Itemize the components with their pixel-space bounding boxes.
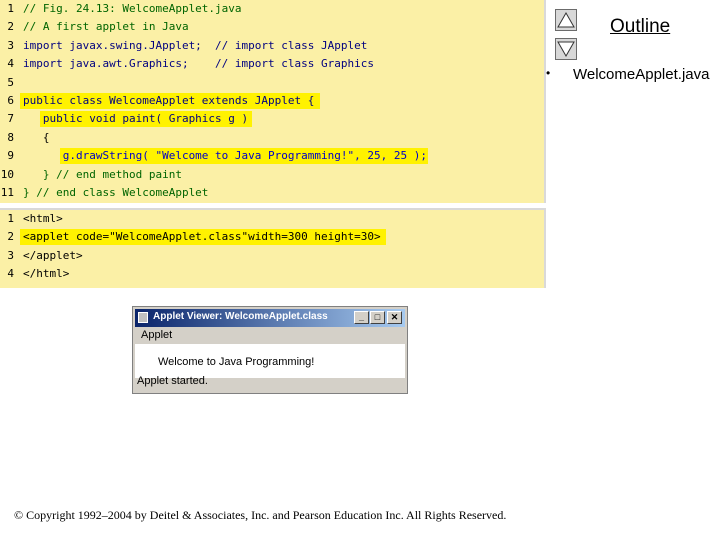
code-text: g.drawString( "Welcome to Java Programmi… [23, 149, 427, 163]
copyright-footer: © Copyright 1992–2004 by Deitel & Associ… [14, 508, 507, 522]
code-text: public class WelcomeApplet extends JAppl… [23, 93, 315, 107]
line-number: 6 [7, 93, 14, 107]
close-button[interactable]: ✕ [387, 311, 402, 324]
outline-title[interactable]: Outline [610, 16, 670, 38]
line-number: 9 [7, 149, 14, 163]
line-number: 3 [7, 38, 14, 52]
code-text: // A first applet in Java [23, 20, 189, 34]
outline-item: WelcomeApplet.java [573, 66, 710, 83]
code-line: 4 import java.awt.Graphics; // import cla… [0, 55, 544, 73]
code-line: 5 [0, 74, 544, 92]
applet-window-title: Applet Viewer: WelcomeApplet.class [153, 311, 328, 322]
line-number: 1 [7, 2, 14, 15]
code-line: 2 <applet code="WelcomeApplet.class"width… [0, 228, 544, 246]
line-number: 1 [7, 212, 14, 225]
code-text: <applet code="WelcomeApplet.class"width=… [23, 230, 381, 244]
code-text: </applet> [23, 248, 83, 262]
code-text: public void paint( Graphics g ) [23, 112, 249, 126]
code-text: import javax.swing.JApplet; // import cl… [23, 38, 368, 52]
html-code-panel: 1 <html> 2 <applet code="WelcomeApplet.cla… [0, 208, 546, 288]
line-number: 4 [7, 267, 14, 281]
code-line: 4 </html> [0, 265, 544, 283]
code-line: 1 <html> [0, 210, 544, 228]
code-line: 7 public void paint( Graphics g ) [0, 110, 544, 128]
code-text: <html> [23, 212, 63, 225]
code-text: } // end class WelcomeApplet [23, 185, 209, 199]
next-slide-button[interactable] [555, 38, 577, 60]
code-line: 10 } // end method paint [0, 166, 544, 184]
applet-canvas: Welcome to Java Programming! [135, 344, 405, 378]
code-line: 8 { [0, 129, 544, 147]
applet-message: Welcome to Java Programming! [158, 356, 315, 368]
line-number: 2 [7, 20, 14, 34]
code-line: 6 public class WelcomeApplet extends JApp… [0, 92, 544, 110]
line-number: 11 [0, 185, 14, 199]
code-line: 3 </applet> [0, 247, 544, 265]
code-line: 9 g.drawString( "Welcome to Java Program… [0, 147, 544, 165]
java-code-panel: 1 // Fig. 24.13: WelcomeApplet.java 2 // A… [0, 0, 546, 203]
previous-slide-button[interactable] [555, 9, 577, 31]
applet-menu[interactable]: Applet [141, 329, 172, 341]
minimize-button[interactable]: _ [354, 311, 369, 324]
line-number: 3 [7, 248, 14, 262]
triangle-down-icon [557, 41, 575, 58]
line-number: 8 [7, 130, 14, 144]
applet-viewer-window: Applet Viewer: WelcomeApplet.class _ □ ✕… [132, 306, 408, 394]
triangle-up-icon [557, 11, 575, 28]
code-line: 3 import javax.swing.JApplet; // import c… [0, 37, 544, 55]
java-cup-icon [138, 312, 148, 323]
code-text: </html> [23, 267, 70, 281]
maximize-button[interactable]: □ [370, 311, 385, 324]
applet-status-bar: Applet started. [137, 375, 208, 387]
code-text: } // end method paint [23, 167, 182, 181]
line-number: 2 [7, 230, 14, 244]
code-line: 2 // A first applet in Java [0, 18, 544, 36]
applet-titlebar[interactable]: Applet Viewer: WelcomeApplet.class _ □ ✕ [135, 309, 405, 327]
code-line: 11 } // end class WelcomeApplet [0, 184, 544, 202]
line-number: 5 [7, 75, 14, 89]
code-text: { [23, 130, 50, 144]
code-line: 1 // Fig. 24.13: WelcomeApplet.java [0, 0, 544, 18]
line-number: 10 [0, 167, 14, 181]
line-number: 7 [7, 112, 14, 126]
code-text: import java.awt.Graphics; // import clas… [23, 57, 374, 71]
outline-bullet: • [546, 66, 551, 80]
code-text: // Fig. 24.13: WelcomeApplet.java [23, 2, 242, 15]
line-number: 4 [7, 57, 14, 71]
